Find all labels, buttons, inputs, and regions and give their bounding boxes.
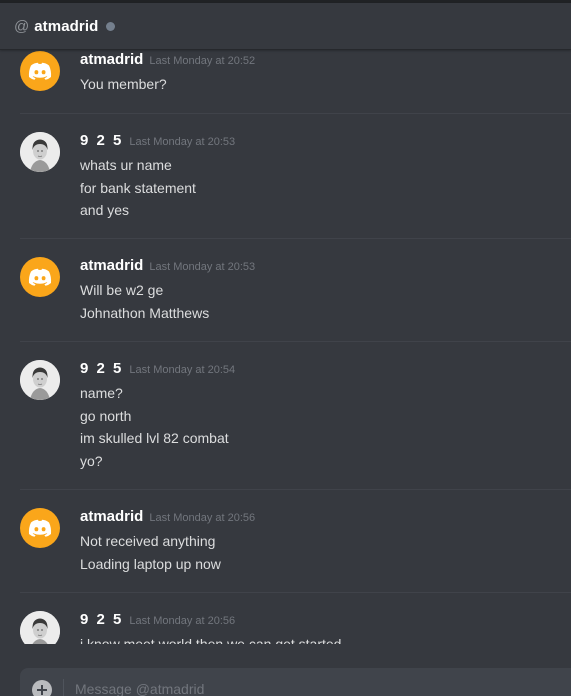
message-author[interactable]: 9 2 5 — [80, 360, 123, 377]
message-body: Not received anything Loading laptop up … — [80, 530, 221, 575]
composer-divider — [63, 679, 64, 696]
profile-photo-icon — [20, 611, 60, 644]
avatar[interactable] — [20, 611, 60, 644]
status-offline-icon — [106, 22, 116, 31]
message-input[interactable] — [75, 681, 495, 696]
message-divider — [20, 489, 571, 490]
message-line: name? — [80, 385, 123, 401]
message-line: Johnathon Matthews — [80, 304, 210, 321]
message-timestamp: Last Monday at 20:53 — [129, 136, 236, 148]
message-timestamp: Last Monday at 20:56 — [149, 512, 256, 524]
message-divider — [20, 238, 571, 239]
message-body: whats ur name for bank statement and yes — [80, 154, 196, 222]
message-line: yo? — [80, 452, 103, 469]
message-header: 9 2 5 Last Monday at 20:53 — [80, 132, 235, 149]
discord-logo-icon — [28, 268, 52, 286]
message-header: 9 2 5 Last Monday at 20:56 — [80, 611, 235, 628]
message-header: atmadrid Last Monday at 20:53 — [80, 257, 255, 274]
plus-circle-icon[interactable] — [32, 680, 52, 696]
profile-photo-icon — [20, 132, 60, 172]
message-line: im skulled lvl 82 combat — [80, 430, 229, 446]
message-composer[interactable] — [20, 668, 571, 696]
profile-photo-icon — [20, 360, 60, 400]
message-list[interactable]: atmadrid Last Monday at 20:52 You member… — [0, 51, 571, 644]
avatar[interactable] — [20, 51, 60, 91]
message-body: name? go north im skulled lvl 82 combat … — [80, 382, 229, 472]
avatar[interactable] — [20, 257, 60, 297]
message-line: go north — [80, 407, 132, 424]
message-line: Will be w2 ge — [80, 282, 164, 298]
message-line: i know meet world then we can get starte… — [80, 636, 342, 644]
dm-window: @ atmadrid atmadrid Last Monday at 20:52… — [0, 0, 571, 696]
at-icon: @ — [14, 17, 30, 35]
avatar[interactable] — [20, 132, 60, 172]
message-line: You member? — [80, 76, 167, 92]
channel-header: @ atmadrid — [0, 3, 571, 50]
message-line: Not received anything — [80, 533, 216, 549]
composer-area — [0, 644, 571, 696]
avatar[interactable] — [20, 360, 60, 400]
message-body: You member? — [80, 73, 167, 96]
message-header: atmadrid Last Monday at 20:56 — [80, 508, 255, 525]
message-divider — [20, 341, 571, 342]
channel-name[interactable]: atmadrid — [34, 18, 98, 35]
discord-logo-icon — [28, 519, 52, 537]
discord-logo-icon — [28, 62, 52, 80]
message-timestamp: Last Monday at 20:53 — [149, 261, 256, 273]
message-line: for bank statement — [80, 179, 196, 196]
message-body: Will be w2 ge Johnathon Matthews — [80, 279, 209, 324]
message-timestamp: Last Monday at 20:56 — [129, 615, 236, 627]
message-line: and yes — [80, 202, 130, 218]
message-line: Loading laptop up now — [80, 555, 221, 572]
message-divider — [20, 113, 571, 114]
message-author[interactable]: atmadrid — [80, 257, 143, 274]
message-author[interactable]: 9 2 5 — [80, 132, 123, 149]
message-divider — [20, 592, 571, 593]
message-header: atmadrid Last Monday at 20:52 — [80, 51, 255, 68]
message-author[interactable]: atmadrid — [80, 51, 143, 68]
message-header: 9 2 5 Last Monday at 20:54 — [80, 360, 235, 377]
message-author[interactable]: 9 2 5 — [80, 611, 123, 628]
avatar[interactable] — [20, 508, 60, 548]
message-line: whats ur name — [80, 157, 172, 173]
message-body: i know meet world then we can get starte… — [80, 633, 341, 644]
message-timestamp: Last Monday at 20:52 — [149, 55, 256, 67]
message-timestamp: Last Monday at 20:54 — [129, 364, 236, 376]
message-author[interactable]: atmadrid — [80, 508, 143, 525]
